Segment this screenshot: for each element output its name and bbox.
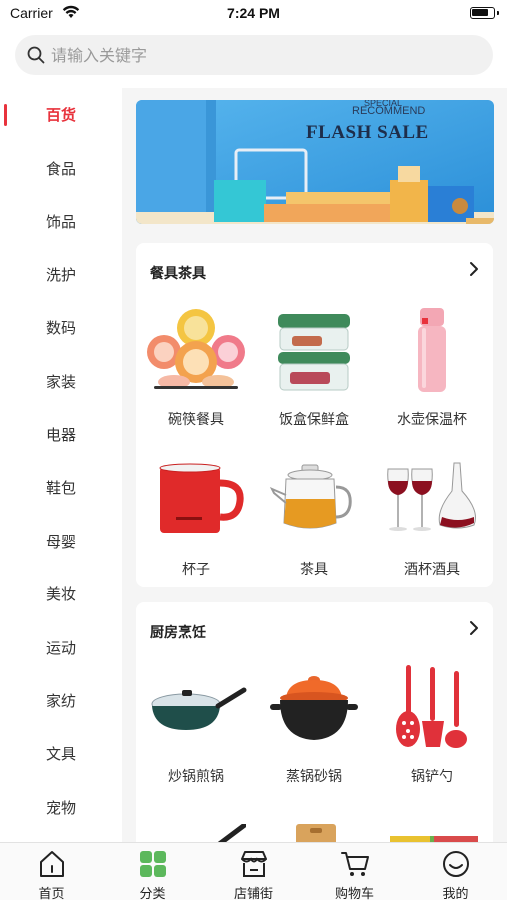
tab-label: 购物车 xyxy=(334,887,374,900)
product-lunchbox[interactable]: 饭盒保鲜盒 xyxy=(255,303,373,429)
sidebar-item-baihuo[interactable]: 百货 xyxy=(0,95,122,135)
home-icon xyxy=(37,849,67,879)
sidebar-item-sports[interactable]: 运动 xyxy=(0,628,122,668)
section-kitchen: 厨房烹饪 炒锅煎锅 蒸锅砂锅 锅铲勺 xyxy=(136,602,493,842)
search-bar[interactable] xyxy=(15,35,493,75)
sidebar-item-pets[interactable]: 宠物 xyxy=(0,788,122,828)
chevron-right-icon[interactable] xyxy=(469,620,479,640)
product-wok[interactable]: 炒锅煎锅 xyxy=(137,660,255,786)
tableware-set-icon xyxy=(137,303,255,399)
tab-label: 分类 xyxy=(139,887,166,900)
product-label: 杯子 xyxy=(182,562,210,578)
product-wineglass[interactable]: 酒杯酒具 xyxy=(373,453,491,579)
active-indicator xyxy=(4,104,7,126)
sidebar-item-appliances[interactable]: 电器 xyxy=(0,415,122,455)
tab-category[interactable]: 分类 xyxy=(102,843,203,900)
banner-line2: RECOMMEND xyxy=(352,105,426,117)
bottom-tab-bar: 首页 分类 店铺街 购物车 我的 xyxy=(0,842,507,900)
wok-icon xyxy=(137,660,255,756)
product-tableware-set[interactable]: 碗筷餐具 xyxy=(137,303,255,429)
search-icon xyxy=(27,46,45,68)
teapot-icon xyxy=(255,453,373,549)
cling-wrap-icon xyxy=(373,824,491,842)
section-tableware: 餐具茶具 碗筷餐具 饭盒保鲜盒 水壶保温杯 杯子 茶具 酒杯酒具 xyxy=(136,243,493,587)
tab-cart[interactable]: 购物车 xyxy=(304,843,405,900)
mug-icon xyxy=(137,453,255,549)
grid-icon xyxy=(138,849,168,879)
tab-mine[interactable]: 我的 xyxy=(405,843,506,900)
product-knife[interactable] xyxy=(137,824,255,842)
sidebar-item-label: 电器 xyxy=(45,426,76,444)
sidebar-item-digital[interactable]: 数码 xyxy=(0,308,122,348)
sidebar-item-label: 洗护 xyxy=(45,266,76,284)
product-teapot[interactable]: 茶具 xyxy=(255,453,373,579)
sidebar-item-label: 美妆 xyxy=(45,585,76,603)
sidebar-item-label: 鞋包 xyxy=(45,479,76,497)
casserole-icon xyxy=(255,660,373,756)
product-label: 蒸锅砂锅 xyxy=(286,769,342,785)
sidebar-item-label: 宠物 xyxy=(45,799,76,817)
product-label: 饭盒保鲜盒 xyxy=(279,412,349,428)
category-content: SPECIAL RECOMMEND FLASH SALE 餐具茶具 碗筷餐具 饭… xyxy=(122,88,507,842)
sidebar-item-stationery[interactable]: 文具 xyxy=(0,734,122,774)
section-title: 厨房烹饪 xyxy=(150,625,206,641)
chevron-right-icon[interactable] xyxy=(469,261,479,281)
sidebar-item-label: 家纺 xyxy=(45,692,76,710)
sidebar-item-label: 文具 xyxy=(45,745,76,763)
section-title: 餐具茶具 xyxy=(150,266,206,282)
sidebar-item-home-decor[interactable]: 家装 xyxy=(0,362,122,402)
category-sidebar: 百货 食品 饰品 洗护 数码 家装 电器 鞋包 母婴 美妆 运动 家纺 文具 宠… xyxy=(0,88,122,842)
spatula-icon xyxy=(373,660,491,756)
product-label: 锅铲勺 xyxy=(411,769,453,785)
lunchbox-icon xyxy=(255,303,373,399)
sidebar-item-label: 运动 xyxy=(45,639,76,657)
product-casserole[interactable]: 蒸锅砂锅 xyxy=(255,660,373,786)
sidebar-item-food[interactable]: 食品 xyxy=(0,149,122,189)
wineglass-icon xyxy=(373,453,491,549)
sidebar-item-label: 数码 xyxy=(45,319,76,337)
product-label: 水壶保温杯 xyxy=(397,412,467,428)
clock-time: 7:24 PM xyxy=(227,5,280,21)
sidebar-item-beauty[interactable]: 美妆 xyxy=(0,574,122,614)
sidebar-item-accessories[interactable]: 饰品 xyxy=(0,202,122,242)
thermos-icon xyxy=(373,303,491,399)
sidebar-item-textiles[interactable]: 家纺 xyxy=(0,681,122,721)
search-input[interactable] xyxy=(51,35,471,75)
product-label: 碗筷餐具 xyxy=(168,412,224,428)
sidebar-item-label: 母婴 xyxy=(45,533,76,551)
battery-icon xyxy=(470,7,499,19)
tab-label: 首页 xyxy=(38,887,65,900)
sidebar-item-label: 饰品 xyxy=(45,213,76,231)
shop-icon xyxy=(239,849,269,879)
sidebar-item-personal-care[interactable]: 洗护 xyxy=(0,255,122,295)
product-label: 茶具 xyxy=(300,562,328,578)
sidebar-item-shoes-bags[interactable]: 鞋包 xyxy=(0,468,122,508)
cart-icon xyxy=(340,849,370,879)
tab-label: 我的 xyxy=(442,887,469,900)
product-thermos[interactable]: 水壶保温杯 xyxy=(373,303,491,429)
cutting-board-icon xyxy=(255,824,373,842)
sidebar-item-label: 食品 xyxy=(45,160,76,178)
knife-icon xyxy=(137,824,255,842)
flash-sale-banner[interactable]: SPECIAL RECOMMEND FLASH SALE xyxy=(136,100,494,224)
sidebar-item-label: 百货 xyxy=(45,106,76,124)
smile-icon xyxy=(441,849,471,879)
sidebar-item-baby[interactable]: 母婴 xyxy=(0,522,122,562)
product-cutting-board[interactable] xyxy=(255,824,373,842)
banner-headline: FLASH SALE xyxy=(306,122,429,143)
product-spatula[interactable]: 锅铲勺 xyxy=(373,660,491,786)
tab-label: 店铺街 xyxy=(233,887,273,900)
product-label: 炒锅煎锅 xyxy=(168,769,224,785)
product-label: 酒杯酒具 xyxy=(404,562,460,578)
tab-shop-street[interactable]: 店铺街 xyxy=(203,843,304,900)
tab-home[interactable]: 首页 xyxy=(1,843,102,900)
product-mug[interactable]: 杯子 xyxy=(137,453,255,579)
product-cling-wrap[interactable] xyxy=(373,824,491,842)
status-bar: Carrier 7:24 PM xyxy=(0,0,507,30)
sidebar-item-label: 家装 xyxy=(45,373,76,391)
